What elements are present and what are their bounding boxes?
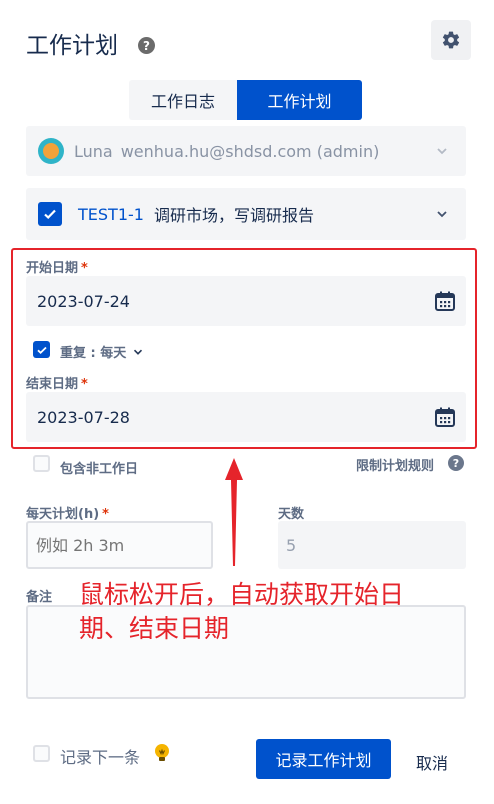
calendar-icon[interactable]: [434, 290, 456, 312]
annotation-text: 鼠标松开后，自动获取开始日 期、结束日期: [79, 580, 405, 643]
include-nonworking-label: 包含非工作日: [60, 462, 139, 477]
user-email: wenhua.hu@shdsd.com (admin): [120, 141, 380, 161]
avatar: [38, 138, 64, 164]
cancel-button[interactable]: 取消: [416, 750, 448, 774]
settings-button[interactable]: [431, 20, 471, 60]
repeat-checkbox[interactable]: [33, 341, 50, 358]
log-next-label: 记录下一条: [60, 748, 141, 767]
issue-select[interactable]: TEST1-1 调研市场，写调研报告: [26, 188, 466, 240]
user-select[interactable]: Luna wenhua.hu@shdsd.com (admin): [26, 126, 466, 176]
tab-work-plan[interactable]: 工作计划: [237, 80, 362, 120]
help-icon[interactable]: ?: [138, 37, 155, 54]
repeat-dropdown[interactable]: 重复 : 每天: [60, 342, 143, 361]
daily-plan-label: 每天计划(h) *: [26, 507, 109, 522]
check-icon: [44, 209, 56, 220]
chevron-down-icon: [133, 349, 142, 355]
limit-rules-link[interactable]: 限制计划规则: [356, 455, 434, 474]
start-date-field[interactable]: 2023-07-24: [26, 276, 466, 326]
user-name: Luna: [74, 141, 113, 161]
submit-button[interactable]: 记录工作计划: [256, 739, 391, 779]
help-icon[interactable]: ?: [448, 455, 464, 471]
issue-checkbox[interactable]: [38, 202, 62, 226]
end-date-field[interactable]: 2023-07-28: [26, 392, 466, 442]
log-next-checkbox[interactable]: [33, 745, 50, 762]
calendar-icon[interactable]: [434, 406, 456, 428]
days-value: 5: [278, 521, 466, 569]
issue-key[interactable]: TEST1-1: [78, 205, 144, 224]
lightbulb-icon[interactable]: [153, 743, 171, 763]
tab-work-log[interactable]: 工作日志: [129, 80, 237, 120]
arrow-up-icon: [225, 458, 243, 566]
page-title: 工作计划: [26, 33, 118, 59]
check-icon: [36, 346, 47, 354]
daily-plan-input[interactable]: [26, 521, 213, 569]
end-date-label: 结束日期 *: [26, 377, 88, 392]
include-nonworking-checkbox[interactable]: [33, 455, 50, 472]
end-date-value: 2023-07-28: [37, 407, 130, 427]
gear-icon: [442, 31, 460, 49]
note-label: 备注: [26, 590, 53, 605]
start-date-value: 2023-07-24: [37, 291, 130, 311]
start-date-label: 开始日期 *: [26, 261, 88, 276]
chevron-down-icon: [437, 211, 447, 218]
chevron-down-icon: [437, 148, 447, 155]
days-label: 天数: [278, 507, 305, 522]
issue-summary: 调研市场，写调研报告: [153, 206, 314, 225]
